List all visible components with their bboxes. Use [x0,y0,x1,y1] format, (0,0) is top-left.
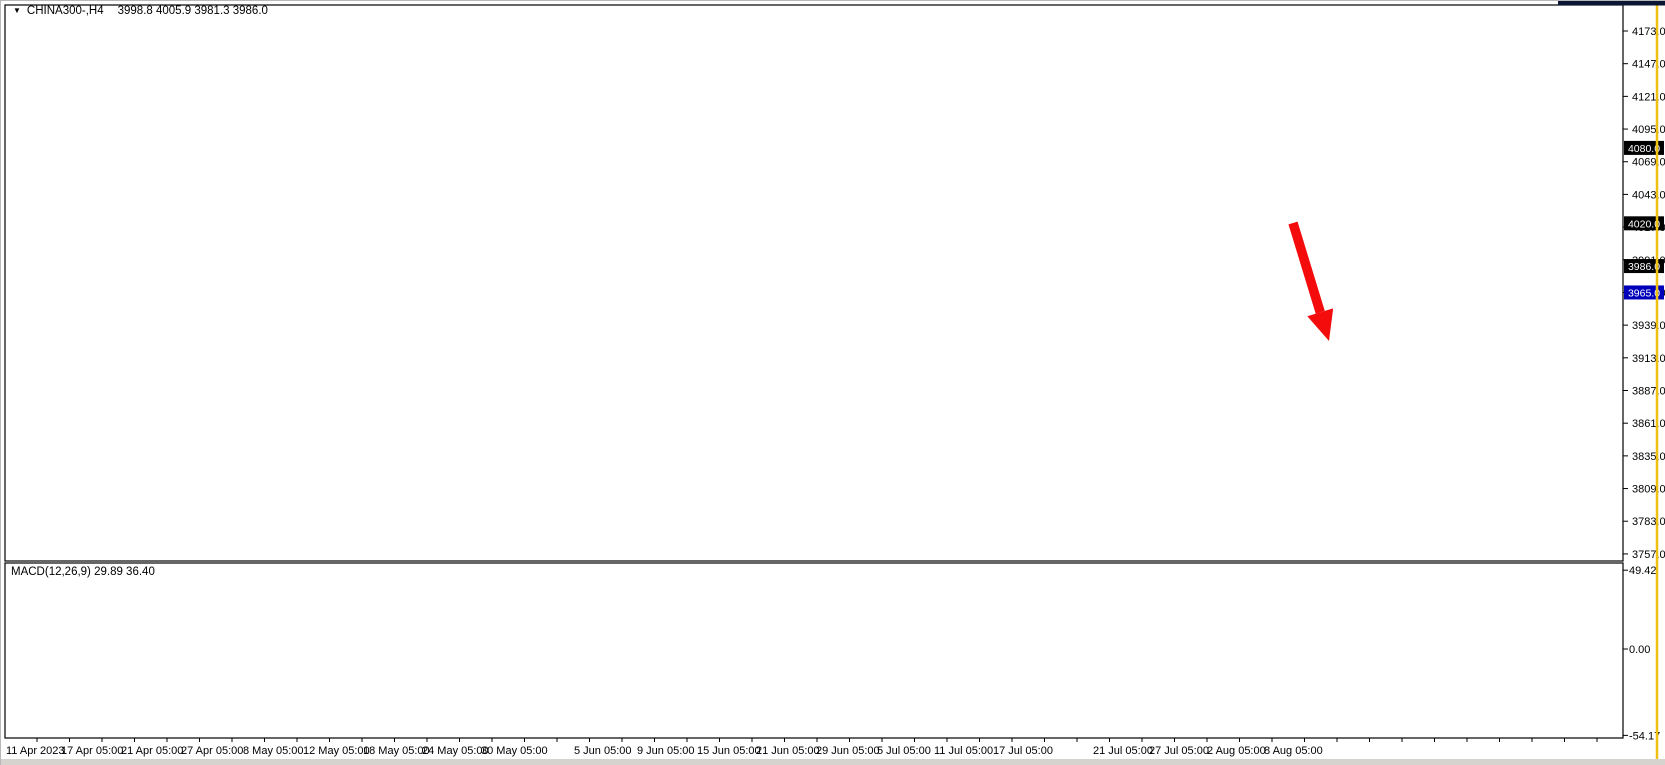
navy-top-strip [1558,1,1665,6]
time-axis-label: 24 May 05:00 [422,745,489,757]
price-badge-label: 4020.0 [1628,218,1660,230]
time-axis-label: 17 Apr 05:00 [61,745,123,757]
bottom-window-strip [1,759,1665,765]
time-axis-label: 21 Jul 05:00 [1093,745,1153,757]
price-axis-label: 4147.0 [1632,59,1665,71]
macd-axis-label: 49.42 [1629,565,1657,577]
dropdown-triangle-icon[interactable]: ▼ [13,6,21,15]
price-axis-label: 3835.0 [1632,451,1665,463]
time-axis-label: 17 Jul 05:00 [993,745,1053,757]
time-axis-label: 21 Apr 05:00 [121,745,183,757]
price-badge-label: 3965.0 [1628,287,1660,299]
macd-indicator-label: MACD(12,26,9) 29.89 36.40 [11,566,155,578]
time-axis-label: 12 May 05:00 [303,745,370,757]
time-axis-label: 30 May 05:00 [481,745,548,757]
time-axis-label: 9 Jun 05:00 [637,745,695,757]
price-axis-label: 3757.0 [1632,549,1665,561]
price-axis-label: 3887.0 [1632,386,1665,398]
time-axis-label: 27 Jul 05:00 [1149,745,1209,757]
price-axis-label: 4173.0 [1632,26,1665,38]
ohlc-readout: 3998.8 4005.9 3981.3 3986.0 [118,5,268,17]
price-axis-label: 3939.0 [1632,320,1665,332]
macd-axis-label: 0.00 [1629,644,1650,656]
time-axis-label: 2 Aug 05:00 [1207,745,1266,757]
time-axis-label: 27 Apr 05:00 [181,745,243,757]
pane-borders [5,5,1623,738]
price-badge-label: 4080.0 [1628,143,1660,155]
price-axis-label: 4095.0 [1632,124,1665,136]
price-axis-label: 4069.0 [1632,157,1665,169]
time-axis-label: 11 Jul 05:00 [934,745,993,757]
time-axis-label: 5 Jun 05:00 [574,745,632,757]
price-axis-label: 3861.0 [1632,418,1665,430]
price-axis-label: 4043.0 [1632,189,1665,201]
price-axis-label: 3809.0 [1632,484,1665,496]
chart-title: ▼ CHINA300-,H4 3998.8 4005.9 3981.3 3986.0 [13,5,268,17]
price-axis-label: 4121.0 [1632,91,1665,103]
time-axis-label: 8 May 05:00 [243,745,304,757]
time-axis-label: 8 Aug 05:00 [1264,745,1323,757]
time-axis-label: 11 Apr 2023 [6,745,65,757]
time-axis-label: 21 Jun 05:00 [756,745,820,757]
symbol-period-label: CHINA300-,H4 [27,5,104,17]
mt4-chart-window: 4173.04147.04121.04095.04069.04043.04017… [0,0,1665,765]
time-axis-label: 29 Jun 05:00 [816,745,880,757]
time-axis-label: 5 Jul 05:00 [877,745,931,757]
macd-axis-label: -54.17 [1629,730,1660,742]
price-axis-label: 3783.0 [1632,516,1665,528]
price-badge-label: 3986.0 [1628,261,1660,273]
price-axis-label: 3913.0 [1632,353,1665,365]
time-axis-label: 15 Jun 05:00 [697,745,761,757]
time-axis-label: 18 May 05:00 [363,745,430,757]
price-chart[interactable]: 4173.04147.04121.04095.04069.04043.04017… [1,1,1665,765]
